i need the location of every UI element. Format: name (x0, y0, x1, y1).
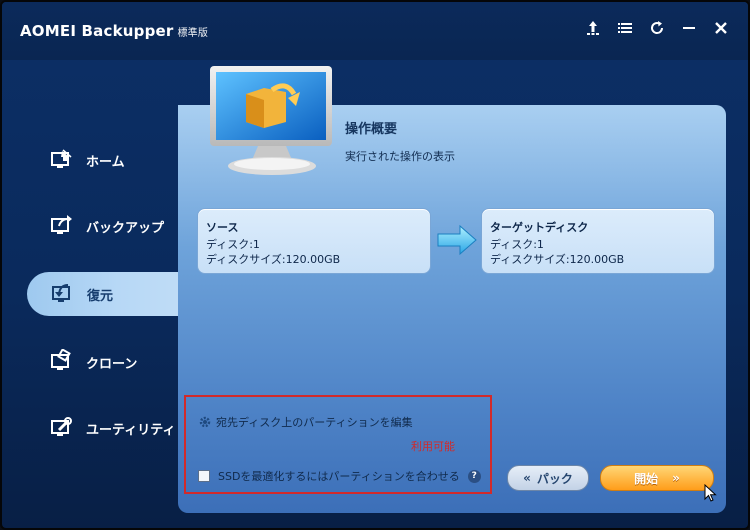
summary-subtitle: 実行された操作の表示 (345, 150, 455, 163)
source-label: ソース (206, 221, 239, 234)
app-title: AOMEI Backupper 標準版 (20, 22, 208, 40)
menu-button[interactable] (616, 19, 634, 37)
ssd-align-option: SSDを最適化するにはパーティションを合わせる ? (198, 468, 481, 484)
app-edition: 標準版 (177, 28, 209, 39)
available-label: 利用可能 (411, 440, 455, 453)
target-size: ディスクサイズ:120.00GB (490, 253, 625, 266)
source-disk-box: ソース ディスク:1 ディスクサイズ:120.00GB (197, 208, 431, 274)
start-arrows-icon: » (672, 471, 680, 485)
gear-icon (199, 416, 211, 428)
target-disk: ディスク:1 (490, 238, 544, 251)
utility-icon (48, 414, 76, 442)
sidebar-item-restore[interactable]: 復元 (27, 272, 178, 316)
refresh-button[interactable] (648, 19, 666, 37)
mouse-cursor-icon (704, 484, 717, 502)
app-title-text: AOMEI Backupper (20, 22, 174, 40)
sidebar-item-label: 復元 (87, 288, 114, 304)
sidebar-item-label: バックアップ (86, 220, 165, 236)
app-window: AOMEI Backupper 標準版 ホーム バックアップ 復元 クローン ユ… (0, 0, 750, 530)
ssd-align-text: SSDを最適化するにはパーティションを合わせる (218, 470, 460, 483)
close-button[interactable] (712, 19, 730, 37)
back-arrows-icon: « (523, 471, 531, 485)
minimize-icon (683, 27, 695, 29)
sidebar: ホーム バックアップ 復元 クローン ユーティリティ (2, 60, 178, 528)
arrow-right-icon (437, 224, 477, 256)
restore-icon (49, 280, 77, 308)
back-label: パック (536, 471, 573, 486)
sidebar-item-clone[interactable]: クローン (2, 340, 178, 384)
title-bar: AOMEI Backupper 標準版 (2, 2, 748, 60)
back-button[interactable]: « パック (507, 465, 589, 491)
target-label: ターゲットディスク (490, 221, 589, 234)
restore-monitor-icon (210, 66, 332, 175)
summary-title: 操作概要 (345, 122, 398, 137)
upgrade-button[interactable] (584, 19, 602, 37)
close-icon (715, 22, 727, 34)
start-label: 開始 (634, 471, 659, 486)
help-icon[interactable]: ? (467, 469, 481, 483)
clone-icon (48, 348, 76, 376)
edit-partitions-text: 宛先ディスク上のパーティションを編集 (216, 416, 413, 429)
minimize-button[interactable] (680, 19, 698, 37)
start-button[interactable]: 開始 » (600, 465, 714, 491)
target-disk-box: ターゲットディスク ディスク:1 ディスクサイズ:120.00GB (481, 208, 715, 274)
sidebar-item-label: ホーム (86, 154, 125, 170)
refresh-icon (651, 21, 664, 34)
home-icon (48, 146, 76, 174)
edit-partitions-link[interactable]: 宛先ディスク上のパーティションを編集 (198, 414, 413, 430)
sidebar-item-utility[interactable]: ユーティリティ (2, 406, 178, 450)
backup-icon (48, 212, 76, 240)
sidebar-item-backup[interactable]: バックアップ (2, 204, 178, 248)
upgrade-icon (587, 21, 599, 35)
sidebar-item-label: クローン (86, 356, 138, 372)
source-size: ディスクサイズ:120.00GB (206, 253, 341, 266)
ssd-align-checkbox[interactable] (198, 470, 210, 482)
menu-icon (618, 23, 632, 33)
window-controls (584, 19, 730, 37)
source-disk: ディスク:1 (206, 238, 260, 251)
sidebar-item-label: ユーティリティ (86, 422, 176, 438)
sidebar-item-home[interactable]: ホーム (2, 138, 178, 182)
